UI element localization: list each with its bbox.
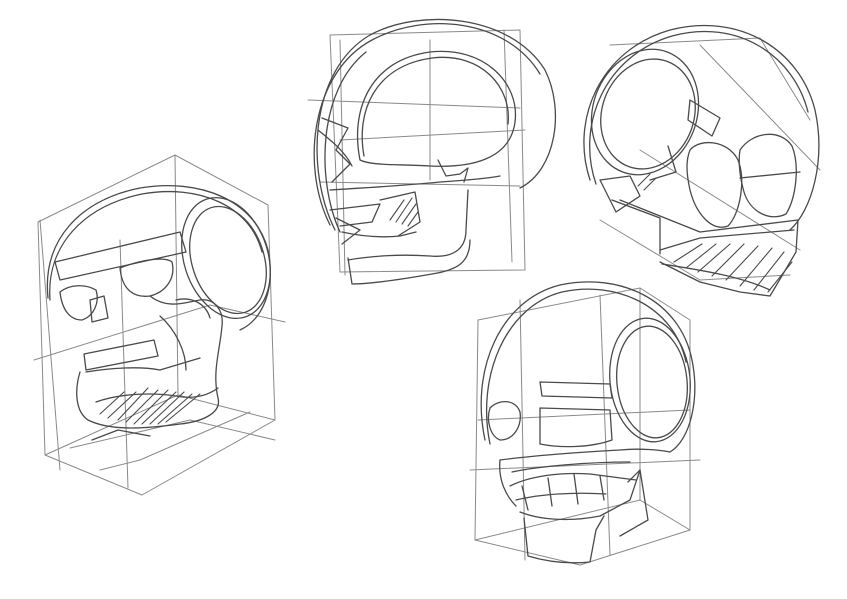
skull-three-quarter-low-left <box>33 154 286 496</box>
sketch-canvas <box>0 0 847 599</box>
skull-side-view-top-center <box>307 18 556 285</box>
skull-construction-sketches <box>33 18 821 566</box>
skull-tilted-back-top-right <box>583 24 821 297</box>
skull-three-quarter-front-bottom-center <box>469 281 701 566</box>
